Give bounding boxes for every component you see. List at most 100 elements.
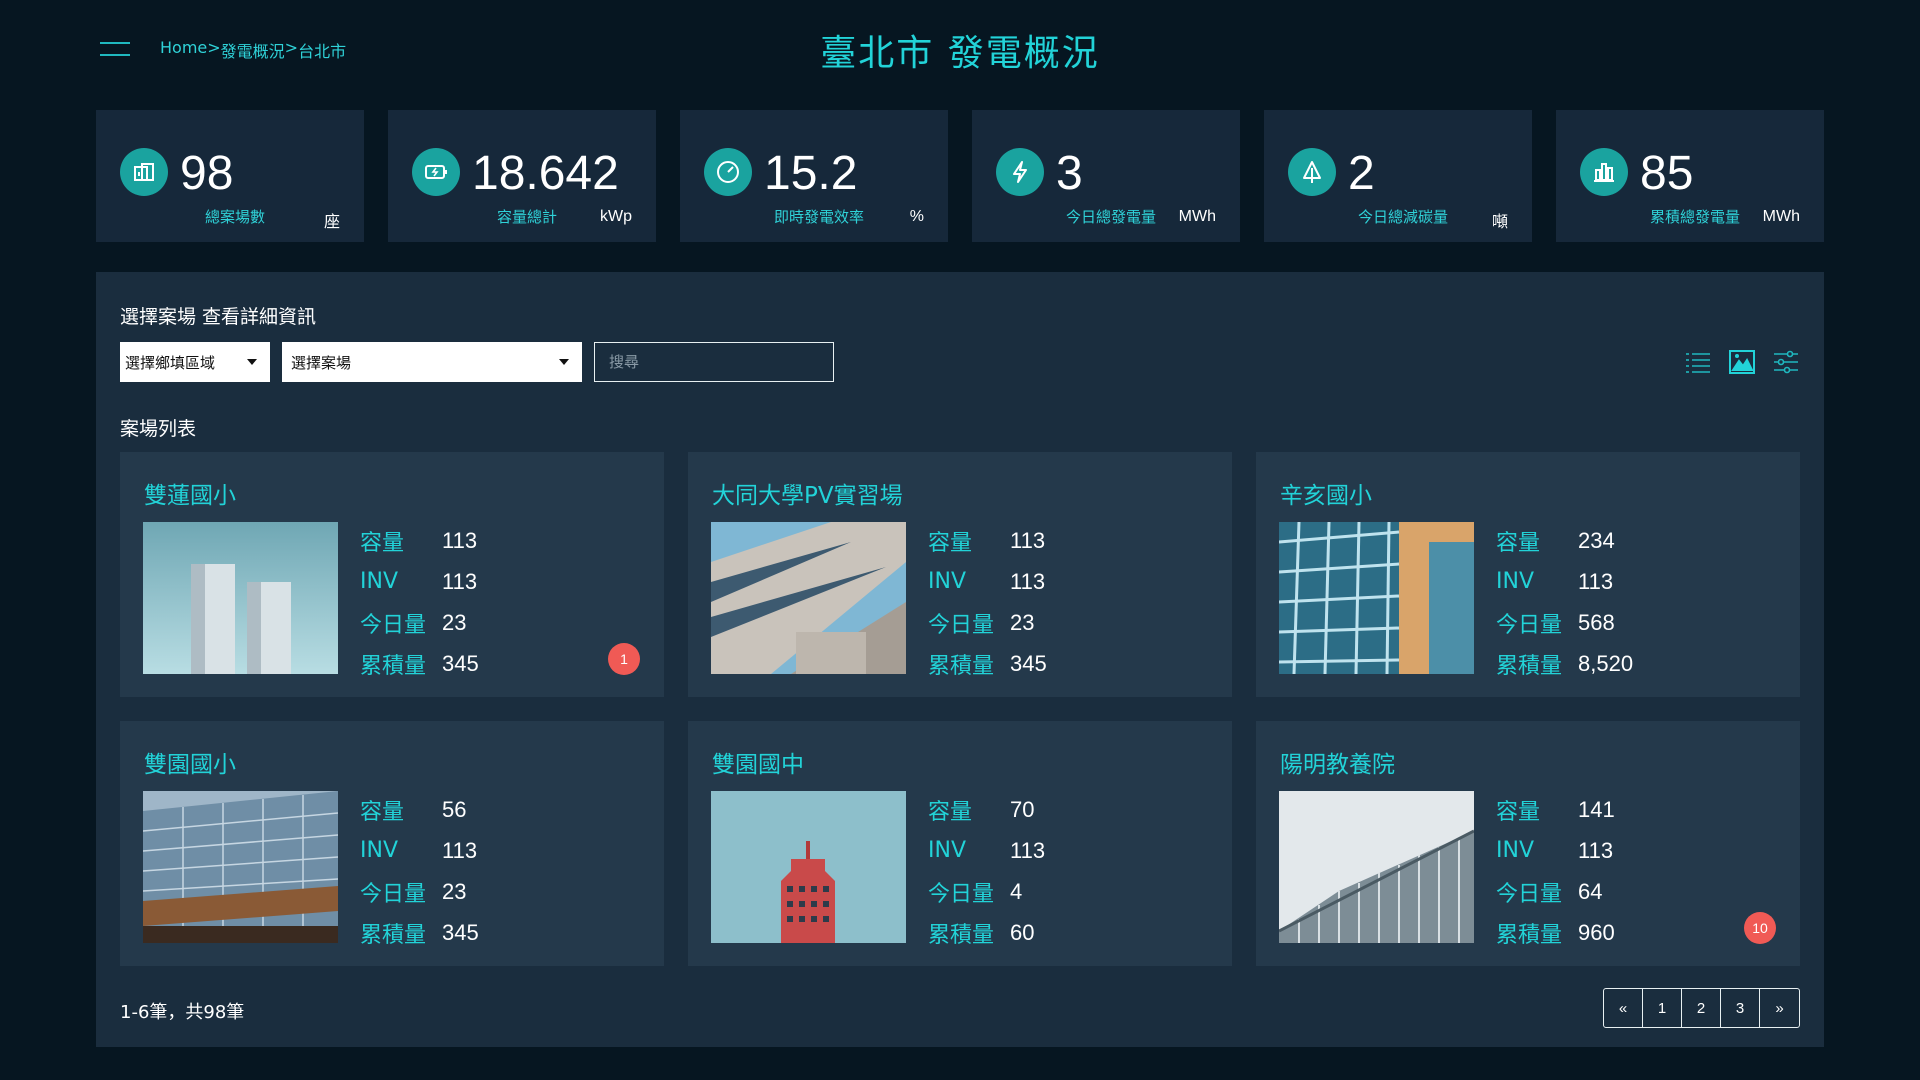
filter-settings-icon[interactable]: [1772, 348, 1800, 376]
list-view-icon[interactable]: [1684, 348, 1712, 376]
stat-unit: MWh: [1178, 208, 1216, 225]
capacity-label: 容量: [1496, 799, 1541, 825]
site-name: 辛亥國小: [1280, 483, 1372, 509]
total-label: 累積量: [928, 653, 995, 679]
stat-unit: %: [909, 208, 924, 225]
total-label: 累積量: [360, 653, 427, 679]
stat-card-sites: 98 總案場數 座: [96, 110, 364, 242]
stat-value: 3: [1056, 147, 1083, 200]
view-toggle: [1684, 348, 1800, 376]
page-2-button[interactable]: 2: [1682, 989, 1721, 1027]
stat-card-carbon: 2 今日總減碳量 噸: [1264, 110, 1532, 242]
total-value: 8,520: [1578, 650, 1634, 676]
building-icon: [120, 148, 168, 196]
tree-icon: [1288, 148, 1336, 196]
inv-label: INV: [360, 838, 398, 863]
pagination-summary: 1-6筆，共98筆: [120, 1002, 245, 1023]
today-label: 今日量: [1496, 881, 1563, 907]
stat-value: 2: [1348, 147, 1375, 200]
alert-badge: 10: [1744, 912, 1776, 944]
total-value: 345: [442, 650, 479, 676]
site-name: 大同大學PV實習場: [712, 483, 903, 509]
page-last-button[interactable]: »: [1760, 989, 1799, 1027]
site-stats: 容量 113 INV 113 今日量 23 累積量 345: [360, 520, 479, 684]
page-3-button[interactable]: 3: [1721, 989, 1760, 1027]
image-view-icon[interactable]: [1728, 348, 1756, 376]
site-photo: [1279, 522, 1474, 674]
today-label: 今日量: [928, 881, 995, 907]
stat-unit: kWp: [600, 208, 632, 225]
stat-value: 18.642: [472, 147, 619, 200]
site-name: 陽明教養院: [1280, 752, 1395, 778]
capacity-value: 113: [1010, 527, 1046, 553]
site-select-value: 選擇案場: [291, 353, 352, 372]
today-label: 今日量: [360, 612, 427, 638]
site-select[interactable]: 選擇案場: [282, 342, 582, 382]
site-stats: 容量 234 INV 113 今日量 568 累積量 8,520: [1496, 520, 1633, 684]
stat-card-efficiency: 15.2 即時發電效率 %: [680, 110, 948, 242]
capacity-label: 容量: [928, 530, 973, 556]
total-value: 960: [1578, 919, 1615, 945]
inv-label: INV: [360, 569, 398, 594]
inv-value: 113: [1578, 837, 1614, 863]
stat-unit: 座: [323, 214, 340, 231]
site-card[interactable]: 陽明教養院 容量 141 INV 113 今日量 64 累積量 960 10: [1256, 721, 1800, 966]
inv-value: 113: [442, 837, 478, 863]
inv-label: INV: [928, 838, 966, 863]
site-stats: 容量 141 INV 113 今日量 64 累積量 960: [1496, 789, 1615, 953]
site-stats: 容量 56 INV 113 今日量 23 累積量 345: [360, 789, 479, 953]
inv-value: 113: [1578, 568, 1614, 594]
site-photo: [711, 791, 906, 943]
total-label: 累積量: [1496, 922, 1563, 948]
site-card[interactable]: 雙園國小 容量 56 INV 113 今日量 23 累積量 345: [120, 721, 664, 966]
stat-unit: MWh: [1762, 208, 1800, 225]
inv-label: INV: [928, 569, 966, 594]
today-value: 23: [442, 609, 467, 635]
capacity-value: 234: [1578, 527, 1615, 553]
site-card[interactable]: 雙蓮國小 容量 113 INV 113 今日量 23 累積量 345 1: [120, 452, 664, 697]
district-select-value: 選擇鄉填區域: [125, 353, 216, 372]
total-value: 345: [442, 919, 479, 945]
capacity-value: 113: [442, 527, 478, 553]
capacity-value: 56: [442, 796, 467, 822]
site-panel: 選擇案場 查看詳細資訊 選擇鄉填區域 選擇案場 案場列表 雙蓮國小 容量113: [96, 272, 1824, 1047]
site-card[interactable]: 大同大學PV實習場 容量 113 INV 113 今日量 23 累積量 345: [688, 452, 1232, 697]
stat-card-capacity: 18.642 容量總計 kWp: [388, 110, 656, 242]
inv-value: 113: [442, 568, 478, 594]
stat-label: 今日總發電量: [1065, 208, 1156, 226]
today-label: 今日量: [928, 612, 995, 638]
total-label: 累積量: [360, 922, 427, 948]
site-stats: 容量 113 INV 113 今日量 23 累積量 345: [928, 520, 1047, 684]
stat-unit: 噸: [1491, 214, 1508, 231]
stat-label: 累積總發電量: [1649, 208, 1740, 226]
today-value: 4: [1010, 878, 1023, 904]
capacity-label: 容量: [1496, 530, 1541, 556]
site-photo: [1279, 791, 1474, 943]
site-list-title: 案場列表: [120, 418, 197, 440]
stat-label: 今日總減碳量: [1357, 208, 1448, 226]
capacity-label: 容量: [928, 799, 973, 825]
page-first-button[interactable]: «: [1604, 989, 1643, 1027]
today-value: 568: [1578, 609, 1615, 635]
stat-label: 即時發電效率: [773, 208, 864, 226]
site-photo: [143, 791, 338, 943]
page-1-button[interactable]: 1: [1643, 989, 1682, 1027]
stat-value: 15.2: [764, 147, 858, 200]
page-title: 臺北市 發電概況: [820, 33, 1100, 74]
today-label: 今日量: [1496, 612, 1563, 638]
today-value: 23: [442, 878, 467, 904]
chevron-down-icon: [247, 359, 257, 365]
alert-badge: 1: [608, 643, 640, 675]
site-name: 雙園國中: [712, 752, 804, 778]
site-card[interactable]: 雙園國中 容量 70 INV 113 今日量 4 累積量 60: [688, 721, 1232, 966]
battery-icon: [412, 148, 460, 196]
search-input[interactable]: [594, 342, 834, 382]
site-card[interactable]: 辛亥國小 容量 234 INV 113 今日量 568 累積量 8,520: [1256, 452, 1800, 697]
capacity-value: 70: [1010, 796, 1035, 822]
district-select[interactable]: 選擇鄉填區域: [120, 342, 270, 382]
site-stats: 容量 70 INV 113 今日量 4 累積量 60: [928, 789, 1045, 953]
site-name: 雙園國小: [144, 752, 236, 778]
capacity-value: 141: [1578, 796, 1615, 822]
stat-label: 容量總計: [496, 208, 557, 226]
pagination: « 1 2 3 »: [1603, 988, 1800, 1028]
